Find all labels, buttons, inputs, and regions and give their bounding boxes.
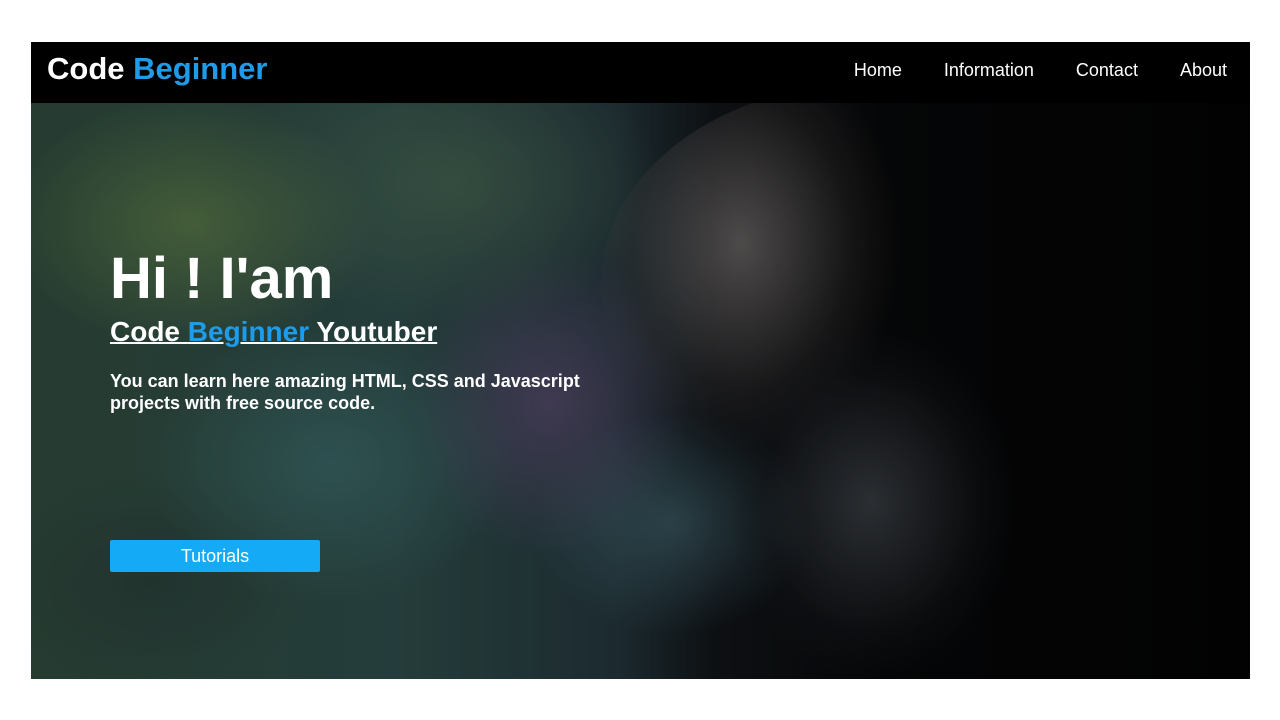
- hero-subheading: Code Beginner Youtuber: [110, 315, 650, 349]
- nav-link-information[interactable]: Information: [944, 59, 1034, 81]
- brand-logo[interactable]: Code Beginner: [47, 50, 267, 88]
- hero-subheading-part2: Youtuber: [309, 316, 438, 347]
- tutorials-button[interactable]: Tutorials: [110, 540, 320, 572]
- brand-first: Code: [47, 51, 125, 86]
- nav-link-contact[interactable]: Contact: [1076, 59, 1138, 81]
- hero-content: Hi ! I'am Code Beginner Youtuber You can…: [110, 247, 650, 414]
- nav-links: Home Information Contact About: [854, 59, 1227, 81]
- nav-link-about[interactable]: About: [1180, 59, 1227, 81]
- hero-subheading-accent: Beginner: [187, 316, 310, 347]
- nav-link-home[interactable]: Home: [854, 59, 902, 81]
- hero-subheading-part1: Code: [110, 316, 188, 347]
- brand-second: Beginner: [133, 51, 268, 86]
- page-frame: Code Beginner Home Information Contact A…: [31, 42, 1250, 679]
- hero-description: You can learn here amazing HTML, CSS and…: [110, 371, 580, 413]
- navbar: Code Beginner Home Information Contact A…: [31, 42, 1250, 103]
- hero-heading: Hi ! I'am: [110, 246, 334, 311]
